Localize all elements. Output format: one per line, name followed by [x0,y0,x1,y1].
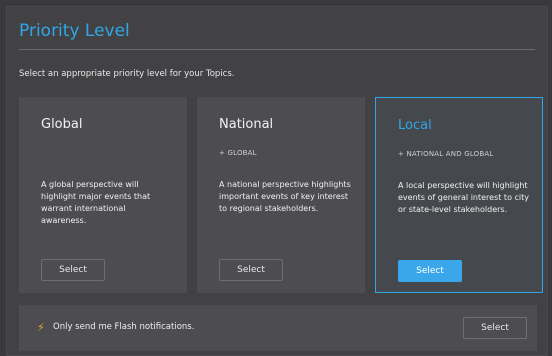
title-divider [19,49,535,50]
flash-notifications-label: Only send me Flash notifications. [53,322,195,332]
select-local-button[interactable]: Select [398,260,462,282]
card-scope: + NATIONAL AND GLOBAL [398,150,494,158]
select-global-button[interactable]: Select [41,259,105,281]
page-title: Priority Level [19,21,130,41]
select-flash-button[interactable]: Select [463,317,527,339]
card-title: Global [41,117,83,132]
card-description: A local perspective will highlight event… [398,181,529,214]
card-title: National [219,117,274,132]
flash-notifications-row: ⚡ Only send me Flash notifications. Sele… [19,305,537,351]
card-national[interactable]: National + GLOBAL A national perspective… [197,97,365,293]
card-title: Local [398,118,432,133]
card-description: A national perspective highlights import… [219,180,351,213]
lightning-bolt-icon: ⚡ [37,321,45,334]
card-scope: + GLOBAL [219,149,257,157]
select-national-button[interactable]: Select [219,259,283,281]
priority-level-panel: Priority Level Select an appropriate pri… [6,6,548,356]
card-global[interactable]: Global A global perspective will highlig… [19,97,187,293]
card-description: A global perspective will highlight majo… [41,180,151,225]
page-subtitle: Select an appropriate priority level for… [19,69,235,79]
card-local[interactable]: Local + NATIONAL AND GLOBAL A local pers… [375,97,543,293]
